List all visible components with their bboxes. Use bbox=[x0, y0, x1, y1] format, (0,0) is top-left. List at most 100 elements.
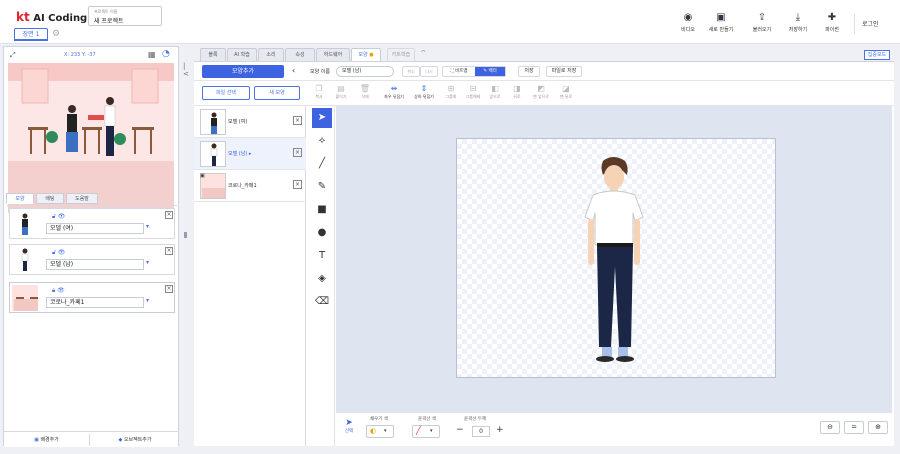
drawing-canvas[interactable] bbox=[456, 138, 776, 378]
circle-tool[interactable]: ● bbox=[312, 223, 332, 243]
project-name-value[interactable]: 새 프로젝트 bbox=[94, 16, 124, 25]
object-thumbnail bbox=[12, 285, 38, 311]
text-tool[interactable]: T bbox=[312, 246, 332, 266]
speed-icon[interactable]: ◔ bbox=[162, 49, 170, 59]
mode-toggle: ⛶ 비트맵 ✎ 벡터 bbox=[442, 66, 506, 77]
new-project-button[interactable]: ▣ 새로 만들기 bbox=[705, 12, 737, 40]
object-name-input[interactable]: 모델 (여) bbox=[46, 223, 144, 234]
close-icon[interactable]: × bbox=[293, 148, 302, 157]
add-background-button[interactable]: ▣ 배경추가 bbox=[4, 434, 90, 446]
send-back-button[interactable]: ◪ 맨 뒤로 bbox=[554, 84, 578, 104]
copy-button[interactable]: ❐ 복사 bbox=[308, 84, 330, 104]
tab-hardware[interactable]: 하드웨어 bbox=[316, 48, 350, 61]
redo-button[interactable]: 다시 bbox=[420, 66, 438, 77]
visibility-icon[interactable]: 🔓︎ 👁︎ bbox=[52, 213, 65, 221]
paste-button[interactable]: ▤ 붙이기 bbox=[330, 84, 352, 104]
stroke-width-label: 윤곽선 두께 bbox=[464, 417, 487, 422]
tab-help[interactable]: 도움말 bbox=[66, 193, 98, 204]
rectangle-tool[interactable]: ■ bbox=[312, 200, 332, 220]
tab-shape[interactable]: 모양 ● bbox=[351, 48, 381, 61]
add-shape-button[interactable]: 모양추가 bbox=[202, 65, 284, 78]
shape-item[interactable]: 모델 (남) ▸ × bbox=[194, 138, 306, 170]
brush-tool[interactable]: ✎ bbox=[312, 177, 332, 197]
shape-list: 모델 (여) × 모델 (남) ▸ × ▣ 코로나_카페1 × bbox=[194, 106, 306, 446]
zoom-reset-button[interactable]: = bbox=[844, 421, 864, 434]
group-button[interactable]: ⊞ 그룹화 bbox=[440, 84, 462, 104]
close-icon[interactable]: × bbox=[293, 180, 302, 189]
plus-icon[interactable]: + bbox=[496, 425, 504, 435]
equals-icon: = bbox=[851, 423, 857, 431]
minus-icon[interactable]: − bbox=[456, 425, 464, 435]
collapse-icon[interactable]: |< bbox=[183, 62, 191, 78]
vector-mode-button[interactable]: ✎ 벡터 bbox=[475, 67, 505, 76]
tab-ai-learning[interactable]: AI 학습 bbox=[227, 48, 257, 61]
tab-sound[interactable]: 소리 bbox=[258, 48, 284, 61]
chevron-down-icon[interactable]: ▾ bbox=[146, 259, 149, 266]
left-footer: ▣ 배경추가 ◆ 오브젝트추가 bbox=[4, 431, 178, 447]
tab-kit-learning[interactable]: 키트학습 bbox=[387, 48, 415, 61]
stroke-width-input[interactable]: 0 bbox=[472, 426, 490, 437]
wifi-icon[interactable]: ⌔ bbox=[420, 49, 427, 58]
lock-icon[interactable]: 🔒︎ 👁︎ bbox=[52, 287, 65, 295]
back-icon[interactable]: ‹ bbox=[292, 66, 295, 75]
tab-properties[interactable]: 속성 bbox=[285, 48, 315, 61]
fill-color-picker[interactable]: ◐ ▾ bbox=[366, 425, 394, 438]
new-shape-button[interactable]: 새 모양 bbox=[254, 86, 300, 100]
gear-icon[interactable]: ⚙ bbox=[52, 29, 60, 39]
undo-button[interactable]: 취소 bbox=[402, 66, 420, 77]
backward-button[interactable]: ◨ 뒤로 bbox=[506, 84, 528, 104]
shape-item[interactable]: ▣ 코로나_카페1 × bbox=[194, 170, 306, 202]
file-select-button[interactable]: 파일 선택 bbox=[202, 86, 250, 100]
open-button[interactable]: ⇪ 불러오기 bbox=[746, 12, 778, 40]
ungroup-button[interactable]: ⊟ 그룹해제 bbox=[462, 84, 484, 104]
object-item[interactable]: 🔒︎ 👁︎ 코로나_카페1 ▾ × bbox=[9, 282, 175, 313]
fill-tool[interactable]: ◈ bbox=[312, 269, 332, 289]
object-item[interactable]: 🔓︎ 👁︎ 모델 (남) ▾ × bbox=[9, 244, 175, 275]
login-link[interactable]: 로그인 bbox=[862, 19, 879, 28]
node-tool[interactable]: ⟡ bbox=[312, 131, 332, 151]
close-icon[interactable]: × bbox=[165, 285, 173, 293]
zoom-out-button[interactable]: ⊖ bbox=[820, 421, 840, 434]
line-tool[interactable]: ╱ bbox=[312, 154, 332, 174]
eraser-tool[interactable]: ⌫ bbox=[312, 292, 332, 312]
object-item[interactable]: 🔓︎ 👁︎ 모델 (여) ▾ × bbox=[9, 208, 175, 239]
project-name-field[interactable]: 프로젝트 이름 새 프로젝트 bbox=[88, 6, 162, 26]
chevron-down-icon[interactable]: ▾ bbox=[146, 223, 149, 230]
python-button[interactable]: ✚ 파이썬 bbox=[816, 12, 848, 40]
delete-button[interactable]: 🗑︎ 삭제 bbox=[354, 84, 376, 104]
shape-item[interactable]: 모델 (여) × bbox=[194, 106, 306, 138]
zoom-in-button[interactable]: ⊕ bbox=[868, 421, 888, 434]
close-icon[interactable]: × bbox=[165, 247, 173, 255]
object-name-input[interactable]: 코로나_카페1 bbox=[46, 297, 144, 308]
flip-horizontal-button[interactable]: ⇹ 좌우 뒤집기 bbox=[380, 84, 408, 104]
tab-blocks[interactable]: 블록 bbox=[200, 48, 226, 61]
drawing-area[interactable] bbox=[336, 106, 892, 412]
expand-icon[interactable]: ⤢ bbox=[10, 51, 16, 60]
add-object-button[interactable]: ◆ 오브젝트추가 bbox=[92, 434, 178, 446]
select-tool[interactable]: ➤ bbox=[312, 108, 332, 128]
forward-button[interactable]: ◧ 앞으로 bbox=[484, 84, 506, 104]
grid-icon[interactable]: ▦ bbox=[148, 50, 156, 59]
close-icon[interactable]: × bbox=[165, 211, 173, 219]
stroke-color-picker[interactable]: ╱ ▾ bbox=[412, 425, 440, 438]
tab-shape[interactable]: 모양 bbox=[6, 193, 34, 204]
focus-mode-button[interactable]: 집중모드 bbox=[864, 50, 890, 60]
bring-front-button[interactable]: ◩ 맨 앞으로 bbox=[528, 84, 554, 104]
visibility-icon[interactable]: 🔓︎ 👁︎ bbox=[52, 249, 65, 257]
tab-scene-1[interactable]: 장면 1 bbox=[14, 28, 48, 41]
chevron-down-icon[interactable]: ▾ bbox=[146, 297, 149, 304]
stage-canvas[interactable] bbox=[8, 63, 174, 213]
save-button[interactable]: ⤓ 저장하기 bbox=[782, 12, 814, 40]
close-icon[interactable]: × bbox=[293, 116, 302, 125]
bitmap-mode-button[interactable]: ⛶ 비트맵 bbox=[443, 67, 475, 76]
save-shape-button[interactable]: 저장 bbox=[518, 66, 540, 77]
object-name-input[interactable]: 모델 (남) bbox=[46, 259, 144, 270]
tab-betting[interactable]: 배팅 bbox=[36, 193, 64, 204]
top-bar: kt AI Coding Block 프로젝트 이름 새 프로젝트 장면 1 ⚙… bbox=[0, 0, 900, 44]
flip-vertical-button[interactable]: ⇕ 상하 뒤집기 bbox=[410, 84, 438, 104]
resize-handle[interactable] bbox=[184, 232, 187, 238]
video-button[interactable]: ◉ 비디오 bbox=[672, 12, 704, 40]
shape-name-input[interactable]: 모델 (남) bbox=[336, 66, 394, 77]
drawing-tools: ➤ ⟡ ╱ ✎ ■ ● T ◈ ⌫ bbox=[309, 106, 335, 446]
save-file-button[interactable]: 파일로 저장 bbox=[546, 66, 582, 77]
